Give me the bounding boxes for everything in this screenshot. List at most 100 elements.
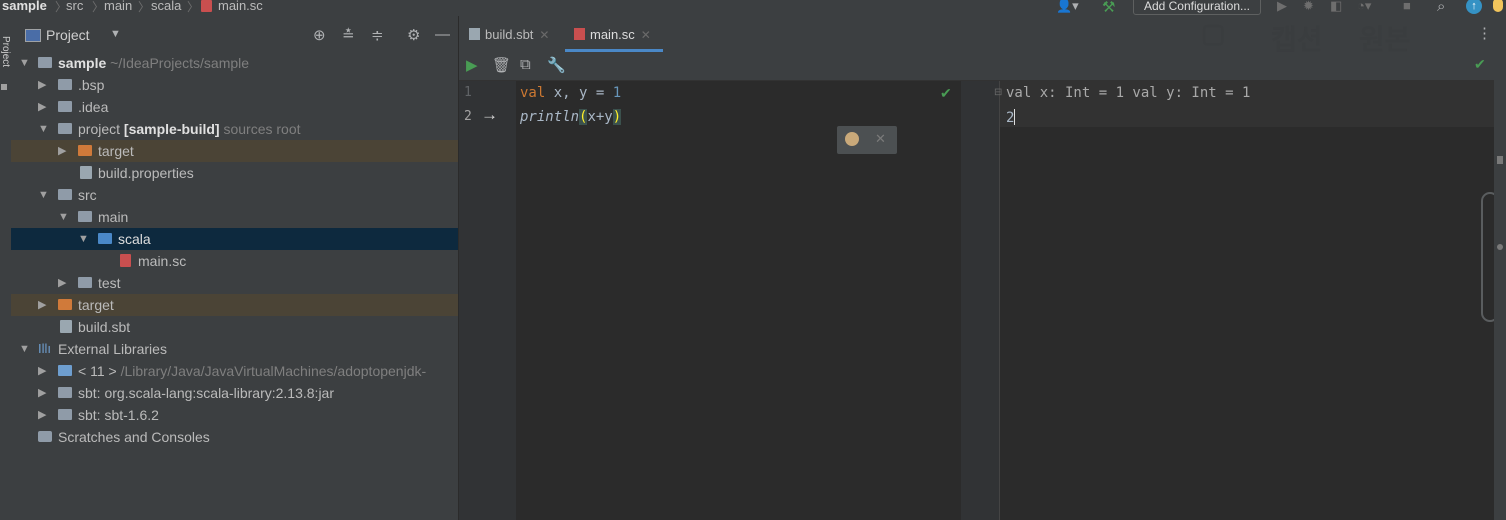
tree-item-scala[interactable]: ▼ scala xyxy=(11,228,458,250)
chevron-down-icon[interactable]: ▼ xyxy=(58,206,69,228)
evaluation-popup: ✕ xyxy=(837,126,897,154)
breadcrumb-item-scala[interactable]: scala xyxy=(151,0,181,13)
sbt-strip-icon[interactable] xyxy=(1497,244,1503,250)
tree-item-label: src xyxy=(78,187,97,203)
editor-gutter: 1 2 → xyxy=(459,81,516,520)
tree-item-target[interactable]: ▶ target xyxy=(11,294,458,316)
tree-item-main-sc[interactable]: main.sc xyxy=(11,250,458,272)
tree-item-test[interactable]: ▶ test xyxy=(11,272,458,294)
chevron-right-icon[interactable]: ▶ xyxy=(38,294,46,316)
excluded-folder-icon xyxy=(58,299,72,310)
tree-item-scala-library[interactable]: ▶ sbt: org.scala-lang:scala-library:2.13… xyxy=(11,382,458,404)
folder-icon xyxy=(58,79,72,90)
tips-bulb-icon[interactable] xyxy=(1493,0,1503,12)
tree-item-main[interactable]: ▼ main xyxy=(11,206,458,228)
tree-item-sample-root[interactable]: ▼ sample ~/IdeaProjects/sample xyxy=(11,52,458,74)
breadcrumb-separator: 〉 xyxy=(187,0,200,14)
chevron-right-icon[interactable]: ▶ xyxy=(38,360,46,382)
project-panel-title[interactable]: Project xyxy=(46,27,90,43)
properties-file-icon xyxy=(80,166,92,179)
hide-panel-icon[interactable]: — xyxy=(435,26,450,43)
tree-item-external-libraries[interactable]: ▼ Illı External Libraries xyxy=(11,338,458,360)
tab-build-sbt[interactable]: build.sbt ✕ xyxy=(469,16,565,52)
chevron-down-icon[interactable]: ▼ xyxy=(110,28,121,40)
output-line-2: 2 xyxy=(1006,109,1016,126)
trash-icon[interactable]: 🗑 xyxy=(492,56,511,74)
close-icon[interactable]: ✕ xyxy=(641,28,651,42)
tree-item-project[interactable]: ▼ project [sample-build] sources root xyxy=(11,118,458,140)
run-worksheet-icon[interactable]: ▶ xyxy=(466,56,478,74)
tree-item-sbt-library[interactable]: ▶ sbt: sbt-1.6.2 xyxy=(11,404,458,426)
inspection-ok-icon[interactable]: ✔ xyxy=(940,85,952,102)
more-options-icon[interactable]: ⋮ xyxy=(1477,24,1492,42)
chevron-right-icon[interactable]: ▶ xyxy=(58,140,66,162)
project-panel-header: Project ▼ ⊕ ≛ ≑ ⚙ — xyxy=(11,16,458,52)
tree-item-src[interactable]: ▼ src xyxy=(11,184,458,206)
chevron-right-icon[interactable]: ▶ xyxy=(38,96,46,118)
user-account-icon[interactable]: 👤▾ xyxy=(1056,0,1079,14)
check-icon: ✔ xyxy=(1474,56,1486,72)
folder-icon xyxy=(78,211,92,222)
breadcrumb-file[interactable]: main.sc xyxy=(218,0,263,13)
splitter[interactable] xyxy=(961,81,1000,520)
tree-item-build-sbt[interactable]: build.sbt xyxy=(11,316,458,338)
add-configuration-button[interactable]: Add Configuration... xyxy=(1133,0,1261,15)
tree-item-scratches[interactable]: Scratches and Consoles xyxy=(11,426,458,448)
build-hammer-icon[interactable]: ⚒ xyxy=(1102,0,1115,16)
chevron-down-icon[interactable]: ▼ xyxy=(38,184,49,206)
tree-item-bsp[interactable]: ▶ .bsp xyxy=(11,74,458,96)
chevron-right-icon[interactable]: ▶ xyxy=(58,272,66,294)
breadcrumb-item-main[interactable]: main xyxy=(104,0,132,13)
keyword-token: val xyxy=(520,85,546,101)
chevron-down-icon[interactable]: ▼ xyxy=(19,338,30,360)
update-icon[interactable]: ↑ xyxy=(1466,0,1482,14)
library-jar-icon xyxy=(58,387,72,398)
tree-item-label: target xyxy=(98,143,134,159)
search-icon[interactable]: ⌕ xyxy=(1437,0,1445,15)
fold-marker-icon[interactable]: ⊟ xyxy=(994,87,1002,98)
tab-main-sc[interactable]: main.sc ✕ xyxy=(565,16,663,52)
project-tool-window-label[interactable]: Project xyxy=(0,36,11,67)
close-icon[interactable]: ✕ xyxy=(875,131,886,147)
chevron-right-icon[interactable]: ▶ xyxy=(38,404,46,426)
scala-file-icon xyxy=(120,254,131,267)
copy-icon[interactable]: ⧉ xyxy=(520,56,531,73)
folder-icon xyxy=(78,277,92,288)
chevron-right-icon[interactable]: ▶ xyxy=(38,382,46,404)
scala-file-icon xyxy=(201,0,212,12)
wrench-icon[interactable]: 🔧 xyxy=(547,56,566,74)
close-icon[interactable]: ✕ xyxy=(539,28,549,42)
tree-item-build-properties[interactable]: build.properties xyxy=(11,162,458,184)
gear-icon[interactable]: ⚙ xyxy=(407,26,420,44)
chevron-down-icon[interactable]: ▼ xyxy=(38,118,49,140)
chevron-down-icon[interactable]: ▼ xyxy=(78,228,89,250)
breadcrumb-project[interactable]: sample xyxy=(2,0,47,13)
editor-tab-bar: build.sbt ✕ main.sc ✕ ▢ 캡션 원본 ⋮ xyxy=(459,16,1506,55)
expand-all-icon[interactable]: ≛ xyxy=(342,26,355,44)
tree-item-project-target[interactable]: ▶ target xyxy=(11,140,458,162)
debug-icon[interactable]: ✹ xyxy=(1303,0,1314,14)
tree-item-jdk[interactable]: ▶ < 11 > /Library/Java/JavaVirtualMachin… xyxy=(11,360,458,382)
chevron-down-icon[interactable]: ▼ xyxy=(19,52,30,74)
sbt-file-icon xyxy=(469,28,480,40)
coverage-icon[interactable]: ◧ xyxy=(1330,0,1342,14)
paren-close-token: ) xyxy=(612,109,622,125)
profile-icon[interactable]: ◔▾ xyxy=(1357,0,1371,14)
database-strip-icon[interactable] xyxy=(1497,156,1503,164)
stop-icon[interactable]: ■ xyxy=(1403,0,1411,13)
sources-folder-icon xyxy=(58,123,72,134)
library-jar-icon xyxy=(58,409,72,420)
project-strip-icon[interactable] xyxy=(1,84,7,90)
folder-icon xyxy=(58,101,72,112)
chevron-right-icon[interactable]: ▶ xyxy=(38,74,46,96)
collapse-all-icon[interactable]: ≑ xyxy=(371,26,384,44)
breadcrumb-item-src[interactable]: src xyxy=(66,0,83,13)
tree-item-label: main.sc xyxy=(138,253,187,269)
tree-item-label: scala xyxy=(118,231,151,247)
library-icon: Illı xyxy=(38,341,51,356)
locate-target-icon[interactable]: ⊕ xyxy=(313,26,326,44)
run-icon[interactable]: ▶ xyxy=(1277,0,1287,14)
tree-item-idea[interactable]: ▶ .idea xyxy=(11,96,458,118)
tree-item-label: External Libraries xyxy=(58,341,167,357)
tree-item-label: sample xyxy=(58,55,107,71)
